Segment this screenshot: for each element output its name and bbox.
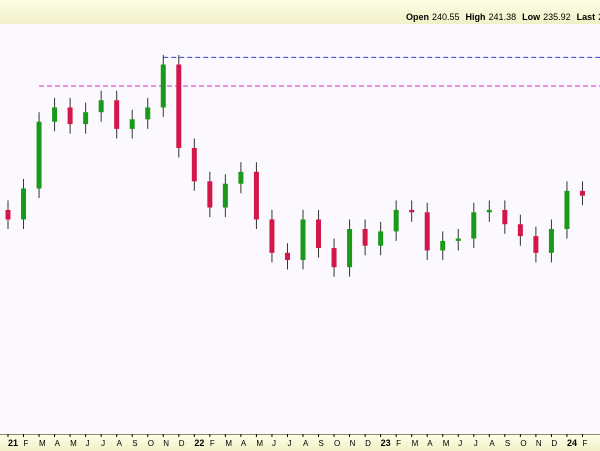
x-tick-label: M	[412, 439, 419, 448]
candle-down	[191, 147, 197, 182]
candle-down	[114, 100, 120, 129]
candle-up	[52, 107, 58, 122]
x-tick-label: A	[303, 439, 309, 448]
x-tick-label: M	[443, 439, 450, 448]
quote-value: 235.92	[543, 12, 571, 22]
x-tick-label: F	[24, 439, 29, 448]
x-tick-label: N	[350, 439, 356, 448]
candles	[5, 54, 585, 277]
candle-down	[409, 209, 415, 213]
candle-up	[83, 112, 89, 125]
x-tick-label: M	[70, 439, 77, 448]
x-tick-label: 22	[194, 438, 204, 448]
x-tick-label: M	[256, 439, 263, 448]
quote-label: Low	[522, 12, 541, 22]
quote-value: 241.38	[489, 12, 517, 22]
x-tick-label: J	[287, 439, 291, 448]
x-tick-label: N	[163, 439, 169, 448]
candle-up	[347, 229, 353, 268]
candle-down	[316, 219, 322, 249]
candle-down	[502, 209, 508, 225]
candle-down	[533, 236, 539, 253]
candle-down	[424, 212, 430, 251]
reference-lines	[39, 56, 600, 87]
x-tick-label: A	[117, 439, 123, 448]
x-tick-label: A	[427, 439, 433, 448]
x-tick-label: O	[334, 439, 340, 448]
quote-label: Open	[406, 12, 429, 22]
candle-down	[284, 252, 290, 260]
x-tick-label: D	[179, 439, 185, 448]
candle-up	[21, 188, 27, 220]
candle-up	[564, 190, 570, 229]
chart-svg: Open240.55High241.38Low235.92Last2 21FMA…	[5, 12, 600, 448]
candle-down	[207, 181, 213, 208]
x-tick-label: 23	[381, 438, 391, 448]
candle-up	[300, 219, 306, 260]
candle-up	[486, 209, 492, 213]
candle-up	[378, 231, 384, 246]
quote-readout: Open240.55High241.38Low235.92Last2	[406, 12, 600, 22]
candle-down	[517, 224, 523, 237]
candle-down	[362, 229, 368, 246]
candle-up	[440, 240, 446, 251]
x-tick-label: J	[86, 439, 90, 448]
x-tick-label: M	[39, 439, 46, 448]
candle-down	[253, 171, 259, 220]
x-tick-label: M	[225, 439, 232, 448]
x-tick-label: A	[241, 439, 247, 448]
x-tick-label: J	[101, 439, 105, 448]
quote-label: Last	[577, 12, 596, 22]
x-tick-label: J	[474, 439, 478, 448]
x-tick-label: N	[536, 439, 542, 448]
candle-down	[579, 190, 585, 196]
candle-down	[331, 248, 337, 268]
x-tick-label: S	[319, 439, 324, 448]
candle-up	[222, 183, 228, 208]
x-tick-label: S	[132, 439, 137, 448]
x-tick-label: 21	[8, 438, 18, 448]
candle-up	[471, 212, 477, 239]
x-tick-label: D	[365, 439, 371, 448]
candle-up	[145, 107, 151, 120]
x-tick-label: F	[582, 439, 587, 448]
candle-up	[393, 209, 399, 232]
candle-down	[5, 209, 11, 220]
candle-up	[238, 171, 244, 184]
candle-up	[455, 238, 461, 241]
x-tick-label: J	[458, 439, 462, 448]
candle-down	[67, 107, 73, 125]
candle-up	[129, 119, 135, 129]
x-tick-label: J	[272, 439, 276, 448]
x-tick-label: A	[55, 439, 61, 448]
stock-chart: Open240.55High241.38Low235.92Last2 21FMA…	[0, 0, 600, 451]
x-tick-label: D	[551, 439, 557, 448]
candle-up	[548, 229, 554, 253]
candle-up	[36, 121, 42, 189]
x-tick-label: O	[520, 439, 526, 448]
x-tick-label: S	[505, 439, 510, 448]
candle-down	[269, 219, 275, 253]
candle-up	[98, 100, 104, 113]
x-tick-label: O	[148, 439, 154, 448]
x-axis-ticks: 21 F M A M J J A S O N D 22 F M A M J J A S O N D 23 F M A M J J A S O N D 2…	[7, 434, 587, 448]
x-tick-label: F	[396, 439, 401, 448]
quote-label: High	[466, 12, 486, 22]
candle-down	[176, 64, 182, 148]
x-tick-label: F	[210, 439, 215, 448]
x-tick-label: 24	[567, 438, 577, 448]
candle-up	[160, 64, 166, 108]
quote-value: 240.55	[432, 12, 460, 22]
x-tick-label: A	[489, 439, 495, 448]
